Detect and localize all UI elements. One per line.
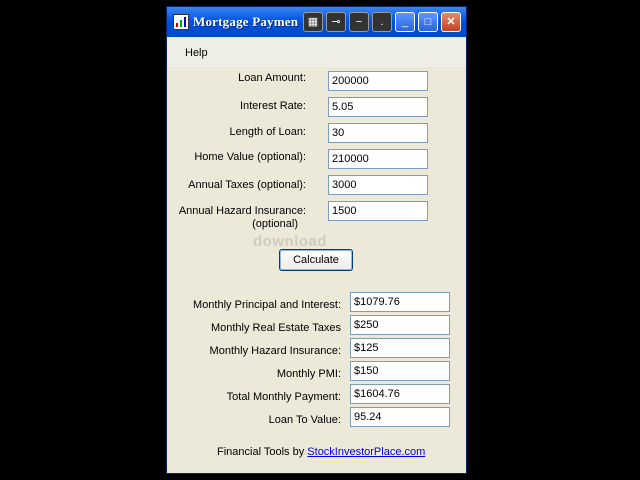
- monthly-pmi-label: Monthly PMI:: [276, 368, 341, 380]
- menu-help[interactable]: Help: [185, 47, 208, 59]
- length-of-loan-input[interactable]: 30: [328, 123, 428, 143]
- home-value-label: Home Value (optional):: [194, 151, 306, 163]
- interest-rate-label: Interest Rate:: [239, 100, 306, 112]
- app-chart-icon: [173, 14, 189, 30]
- hazard-insurance-input[interactable]: 1500: [328, 201, 428, 221]
- annual-taxes-label: Annual Taxes (optional):: [188, 179, 306, 191]
- total-monthly-payment-label: Total Monthly Payment:: [226, 391, 341, 403]
- loan-to-value-label: Loan To Value:: [268, 414, 341, 426]
- calculate-button[interactable]: Calculate: [279, 249, 353, 271]
- dash-icon[interactable]: −: [349, 12, 369, 32]
- footer-text: Financial Tools by: [217, 446, 308, 458]
- dot-icon[interactable]: .: [372, 12, 392, 32]
- menu-bar: Help: [167, 37, 466, 67]
- total-monthly-payment-output[interactable]: $1604.76: [350, 384, 450, 404]
- real-estate-taxes-output[interactable]: $250: [350, 315, 450, 335]
- minimize-button[interactable]: _: [395, 12, 415, 32]
- home-value-input[interactable]: 210000: [328, 149, 428, 169]
- download-watermark: download: [253, 233, 327, 250]
- length-of-loan-label: Length of Loan:: [229, 126, 306, 138]
- title-bar[interactable]: Mortgage Paymen ▦ ⊸ − . _ □ ✕: [167, 7, 466, 37]
- real-estate-taxes-label: Monthly Real Estate Taxes: [210, 322, 341, 334]
- hazard-insurance-monthly-label: Monthly Hazard Insurance:: [209, 345, 341, 357]
- principal-interest-output[interactable]: $1079.76: [350, 292, 450, 312]
- principal-interest-label: Monthly Principal and Interest:: [193, 299, 341, 311]
- loan-amount-input[interactable]: 200000: [328, 71, 428, 91]
- annual-taxes-input[interactable]: 3000: [328, 175, 428, 195]
- monthly-pmi-output[interactable]: $150: [350, 361, 450, 381]
- interest-rate-input[interactable]: 5.05: [328, 97, 428, 117]
- hazard-insurance-output[interactable]: $125: [350, 338, 450, 358]
- footer: Financial Tools by StockInvestorPlace.co…: [217, 446, 425, 458]
- maximize-button[interactable]: □: [418, 12, 438, 32]
- pin-icon[interactable]: ⊸: [326, 12, 346, 32]
- calendar-icon[interactable]: ▦: [303, 12, 323, 32]
- stockinvestorplace-link[interactable]: StockInvestorPlace.com: [307, 446, 425, 458]
- loan-to-value-output[interactable]: 95.24: [350, 407, 450, 427]
- loan-amount-label: Loan Amount:: [238, 72, 306, 84]
- mortgage-window: Mortgage Paymen ▦ ⊸ − . _ □ ✕ Help Loan …: [166, 6, 467, 474]
- window-title: Mortgage Paymen: [193, 14, 299, 29]
- hazard-insurance-optional-label: (optional): [252, 218, 298, 230]
- close-button[interactable]: ✕: [441, 12, 461, 32]
- hazard-insurance-label: Annual Hazard Insurance:: [178, 205, 306, 217]
